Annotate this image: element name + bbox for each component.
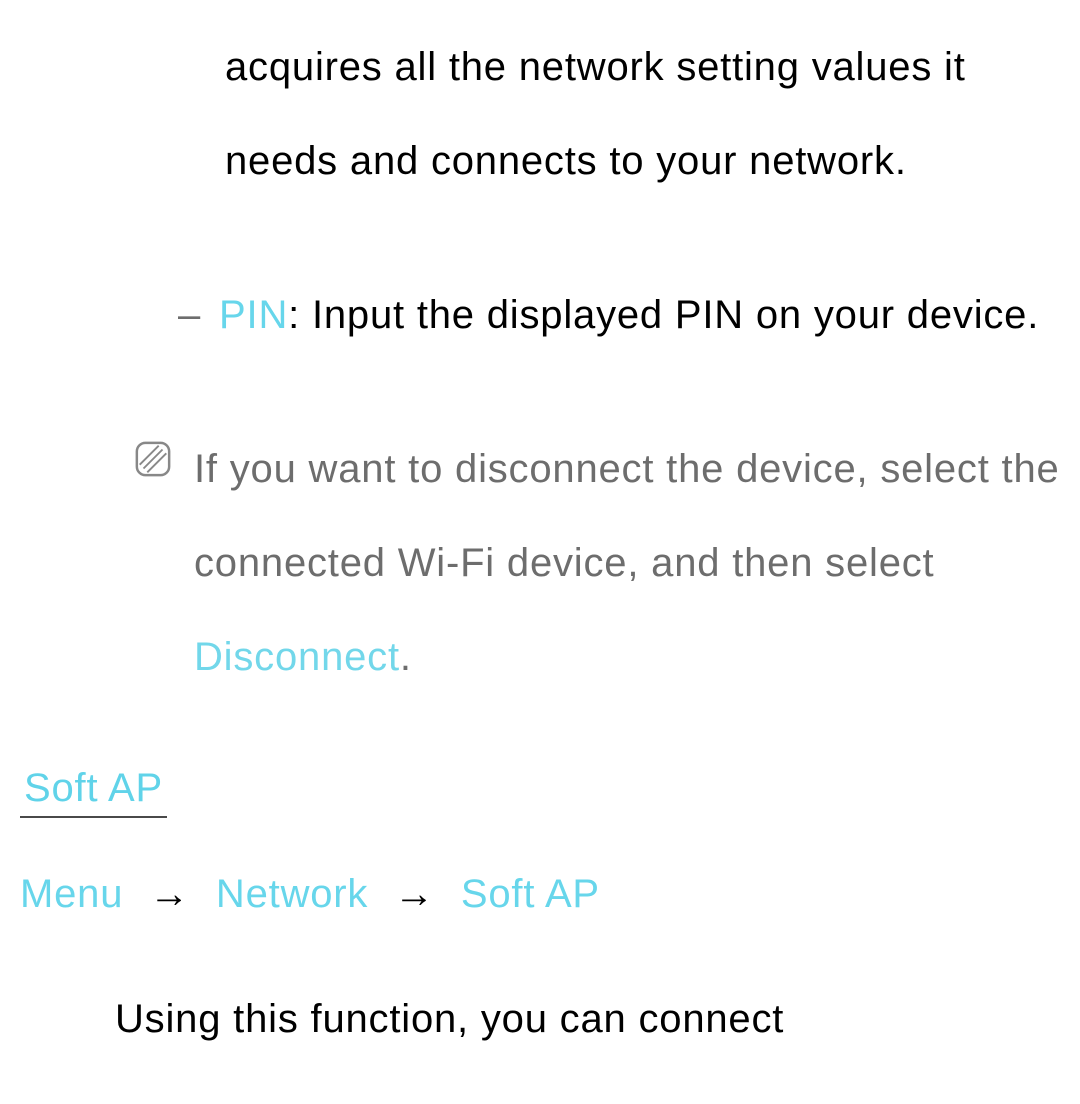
pin-description: Input the displayed PIN on your device. — [312, 293, 1039, 337]
disconnect-action: Disconnect — [194, 635, 400, 679]
arrow-icon: → — [394, 872, 435, 916]
section-heading-wrap: Soft AP — [20, 762, 1060, 870]
breadcrumb-menu: Menu — [20, 872, 123, 916]
breadcrumb-softap: Soft AP — [461, 872, 600, 916]
document-page: acquires all the network setting values … — [0, 0, 1080, 1066]
note-text: If you want to disconnect the device, se… — [194, 422, 1060, 704]
note-block: If you want to disconnect the device, se… — [134, 422, 1060, 704]
pin-list-item: –PIN: Input the displayed PIN on your de… — [226, 268, 1060, 362]
soft-ap-description: Using this function, you can connect — [115, 972, 1060, 1066]
breadcrumb-network: Network — [216, 872, 368, 916]
continuation-text: acquires all the network setting values … — [225, 20, 1060, 208]
breadcrumb: Menu → Network → Soft AP — [20, 870, 1060, 918]
note-icon — [134, 422, 174, 488]
pin-label: PIN — [219, 293, 288, 337]
dash-bullet: – — [178, 293, 201, 337]
arrow-icon: → — [149, 872, 190, 916]
pin-sep: : — [288, 293, 312, 337]
note-pre: If you want to disconnect the device, se… — [194, 447, 1060, 585]
note-post: . — [400, 635, 412, 679]
section-heading: Soft AP — [20, 766, 167, 818]
